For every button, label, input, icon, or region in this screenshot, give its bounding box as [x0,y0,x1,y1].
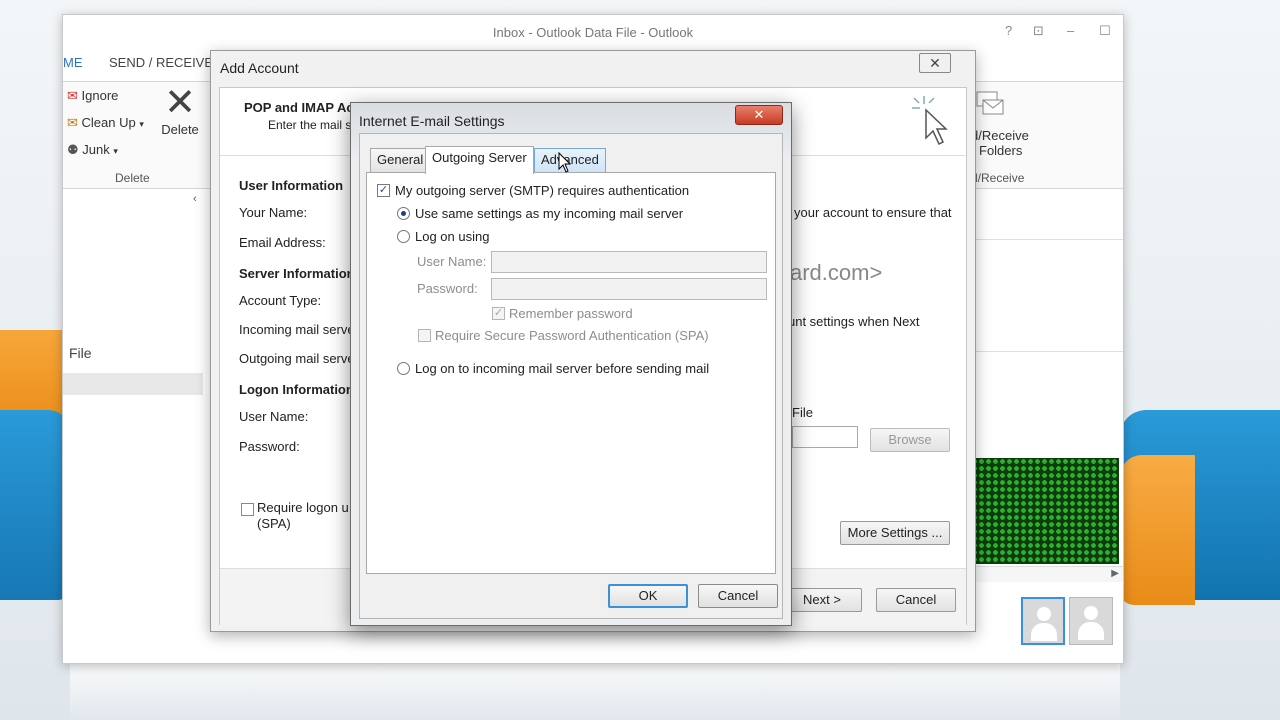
use-same-settings-radio[interactable] [397,207,410,220]
ribbon-group-send-receive: d/Receive [971,171,1025,185]
dialog-title: Internet E-mail Settings [359,113,505,129]
tab-home[interactable]: ME [63,55,83,70]
your-name-label: Your Name: [239,205,308,220]
ok-button[interactable]: OK [608,584,688,608]
remember-password-label: Remember password [509,306,633,321]
chevron-down-icon: ▾ [139,119,144,129]
people-pane-contact-photo[interactable] [1021,597,1065,645]
sidebar-selected-row[interactable] [63,373,203,395]
clean-up-button[interactable]: ✉ Clean Up ▾ [67,115,144,131]
domain-text: ard.com> [790,260,883,285]
close-button[interactable]: ✕ [919,53,951,73]
use-same-settings-label: Use same settings as my incoming mail se… [415,206,684,221]
people-pane-contact-photo[interactable] [1069,597,1113,645]
ignore-label: Ignore [81,88,119,103]
send-receive-folders-label-2: Folders [979,143,1023,158]
require-spa-label: Require Secure Password Authentication (… [435,328,709,343]
password-label: Password: [417,281,478,296]
data-file-path-input[interactable] [792,426,858,448]
maximize-icon[interactable]: ☐ [1099,23,1111,39]
header-subtitle: Enter the mail s [268,118,352,132]
divider [973,351,1123,352]
log-on-incoming-radio[interactable] [397,362,410,375]
send-receive-folders-button[interactable]: d/Receive Folders [971,128,1029,158]
test-settings-next-text: unt settings when Next [788,314,920,329]
horizontal-scrollbar[interactable]: ▶ [971,566,1123,582]
tab-general[interactable]: General [370,148,431,172]
dialog-title: Add Account [220,60,299,76]
reading-pane-image [971,458,1119,564]
user-name-label: User Name: [239,409,309,424]
user-name-label: User Name: [417,254,487,269]
collapse-pane-icon[interactable]: ‹ [193,193,197,205]
ribbon-display-options-icon[interactable]: ⊡ [1033,23,1044,39]
email-address-label: Email Address: [239,235,326,250]
sidebar-item-file[interactable]: File [69,345,92,361]
log-on-using-radio[interactable] [397,230,410,243]
internet-email-settings-dialog: Internet E-mail Settings ✕ General Outgo… [350,102,792,626]
password-input[interactable] [491,278,767,300]
junk-label: Junk [82,142,110,157]
window-title: Inbox - Outlook Data File - Outlook [492,25,694,40]
clean-up-icon: ✉ [67,115,78,130]
outgoing-server-label: Outgoing mail serve [239,351,355,366]
ignore-icon: ✉ [67,88,78,103]
help-icon[interactable]: ? [1005,23,1012,38]
mouse-cursor-icon [558,152,572,173]
tab-send-receive[interactable]: SEND / RECEIVE [109,55,213,70]
section-server-information: Server Information [239,266,355,281]
scroll-right-icon[interactable]: ▶ [1111,568,1119,579]
header-title: POP and IMAP Ac [244,100,354,115]
smtp-auth-checkbox[interactable]: ✓ [377,184,390,197]
send-receive-all-icon [973,86,1007,123]
remember-password-checkbox[interactable]: ✓ [492,307,505,320]
require-logon-spa-label: Require logon u [257,500,349,515]
delete-label: Delete [161,122,199,137]
test-settings-text: your account to ensure that [794,205,952,220]
send-receive-folders-label: d/Receive [971,128,1029,143]
outgoing-server-tab-panel: ✓ My outgoing server (SMTP) requires aut… [366,172,776,574]
more-settings-button[interactable]: More Settings ... [840,521,950,545]
pointer-icon [912,96,948,146]
require-logon-spa-label-2: (SPA) [257,516,291,531]
delete-icon: ✕ [164,82,196,124]
browse-button[interactable]: Browse [870,428,950,452]
password-label: Password: [239,439,300,454]
divider [973,239,1123,240]
desktop-chair-decoration [1120,455,1195,605]
section-logon-information: Logon Information [239,382,354,397]
section-user-information: User Information [239,178,344,193]
ignore-button[interactable]: ✉ Ignore [67,88,118,104]
minimize-icon[interactable]: – [1067,23,1074,38]
incoming-server-label: Incoming mail serve [239,322,355,337]
tab-outgoing-server[interactable]: Outgoing Server [425,146,534,174]
log-on-using-label: Log on using [415,229,490,244]
junk-icon: ⚉ [67,142,79,157]
data-file-label: File [792,405,813,420]
require-spa-checkbox[interactable] [418,329,431,342]
cancel-button[interactable]: Cancel [698,584,778,608]
settings-panel: General Outgoing Server Advanced ✓ My ou… [359,133,783,619]
clean-up-label: Clean Up [81,115,136,130]
next-button[interactable]: Next > [782,588,862,612]
ribbon-group-delete: Delete [115,171,150,185]
desktop-chair-decoration [0,410,70,600]
cancel-button[interactable]: Cancel [876,588,956,612]
delete-button[interactable]: ✕ Delete [159,84,201,137]
account-type-label: Account Type: [239,293,322,308]
desktop-reflection [70,660,1120,720]
smtp-auth-label: My outgoing server (SMTP) requires authe… [395,183,690,198]
close-button[interactable]: ✕ [735,105,783,125]
require-logon-spa-checkbox[interactable] [241,503,254,516]
chevron-down-icon: ▾ [113,146,118,156]
log-on-incoming-label: Log on to incoming mail server before se… [415,361,710,376]
user-name-input[interactable] [491,251,767,273]
junk-button[interactable]: ⚉ Junk ▾ [67,142,118,158]
